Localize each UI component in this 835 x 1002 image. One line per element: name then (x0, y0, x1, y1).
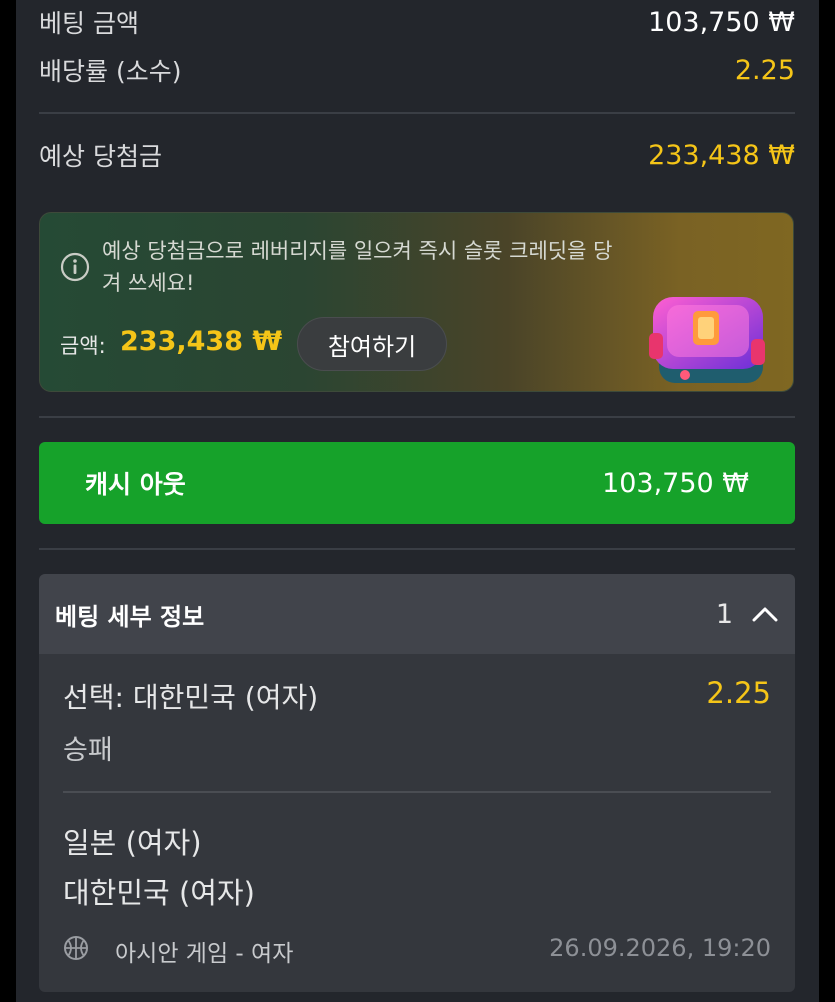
join-button[interactable]: 참여하기 (297, 317, 447, 371)
odds-row: 배당률 (소수) 2.25 (39, 52, 795, 88)
stake-label: 베팅 금액 (39, 9, 139, 38)
slot-device-illustration (649, 297, 765, 383)
league-name: 아시안 게임 - 여자 (115, 941, 294, 967)
stake-value: 103,750 ₩ (648, 6, 795, 38)
cashout-label: 캐시 아웃 (85, 470, 186, 499)
cashout-button[interactable]: 캐시 아웃 103,750 ₩ (39, 442, 795, 524)
chevron-up-icon[interactable] (751, 605, 779, 623)
info-icon (60, 252, 90, 282)
basketball-icon (64, 936, 88, 960)
bet-count: 1 (715, 598, 733, 630)
team-home: 일본 (여자) (63, 826, 202, 860)
payout-row: 예상 당첨금 233,438 ₩ (39, 137, 795, 173)
promo-card: 예상 당첨금으로 레버리지를 일으켜 즉시 슬롯 크레딧을 당겨 쓰세요! 금액… (39, 212, 794, 392)
team-away: 대한민국 (여자) (63, 876, 255, 910)
payout-label: 예상 당첨금 (39, 142, 162, 171)
odds-value: 2.25 (734, 54, 795, 86)
payout-value: 233,438 ₩ (648, 139, 795, 171)
promo-amount-value: 233,438 ₩ (120, 326, 283, 357)
selection-label: 선택: 대한민국 (여자) (63, 681, 319, 714)
market-name: 승패 (63, 735, 113, 766)
bet-details-body: 선택: 대한민국 (여자) 2.25 승패 일본 (여자) 대한민국 (여자) … (39, 654, 795, 992)
bet-details-controls: 1 (716, 599, 779, 630)
stake-row: 베팅 금액 103,750 ₩ (39, 4, 795, 40)
bet-details-title: 베팅 세부 정보 (55, 602, 205, 631)
selection-odds: 2.25 (706, 676, 771, 710)
promo-amount-label: 금액: (60, 334, 106, 358)
cashout-amount: 103,750 ₩ (602, 467, 749, 499)
match-datetime: 26.09.2026, 19:20 (549, 934, 771, 962)
divider (39, 416, 795, 418)
divider (39, 112, 795, 114)
divider (39, 548, 795, 550)
bet-details-header[interactable]: 베팅 세부 정보 1 (39, 574, 795, 654)
promo-message: 예상 당첨금으로 레버리지를 일으켜 즉시 슬롯 크레딧을 당겨 쓰세요! (102, 239, 613, 295)
divider (63, 791, 771, 793)
odds-label: 배당률 (소수) (39, 57, 182, 86)
